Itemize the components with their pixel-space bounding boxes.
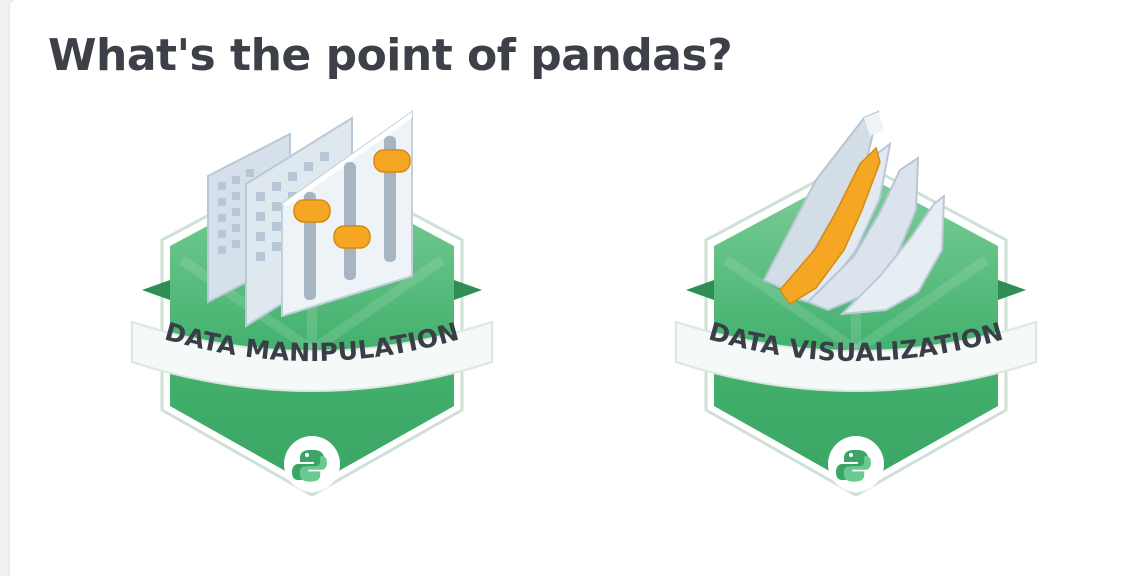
badge-data-visualization-graphic: DATA VISUALIZATION — [675, 110, 1037, 497]
badge-data-manipulation-graphic: DATA MANIPULATION — [131, 110, 493, 497]
page-title: What's the point of pandas? — [48, 30, 733, 81]
python-logo-icon — [828, 436, 884, 492]
slide-card: What's the point of pandas? DATA MANIPUL… — [10, 0, 1148, 576]
python-logo-icon — [284, 436, 340, 492]
badge-data-manipulation: DATA MANIPULATION — [122, 100, 502, 520]
badge-data-visualization: DATA VISUALIZATION — [666, 100, 1046, 520]
